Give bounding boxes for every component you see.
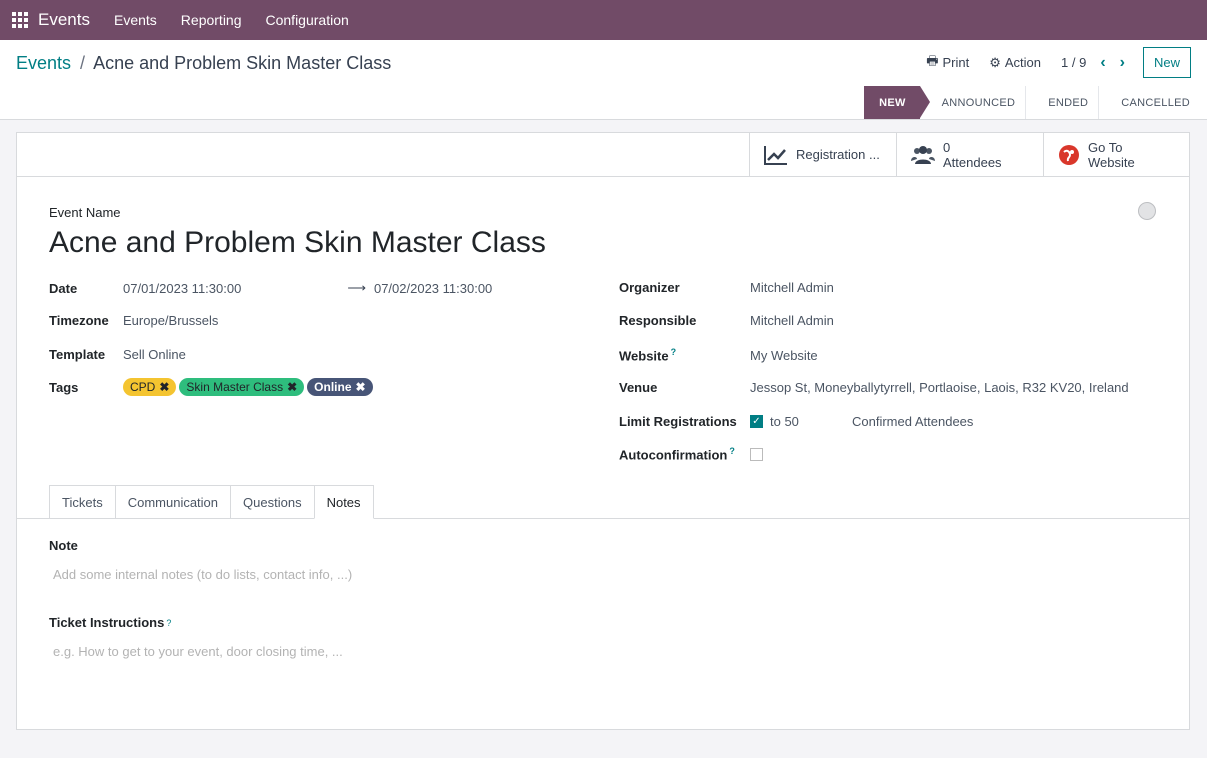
app-brand[interactable]: Events [38,10,90,30]
responsible-field[interactable]: Mitchell Admin [750,313,834,328]
status-ended[interactable]: ENDED [1025,86,1098,119]
ticket-instructions-field[interactable]: e.g. How to get to your event, door clos… [53,644,343,659]
menu-events[interactable]: Events [114,12,157,28]
button-box: Registration ... 0 Attendees Go To Website [17,133,1189,177]
tab-communication[interactable]: Communication [114,485,231,519]
kanban-state-indicator[interactable] [1138,202,1156,220]
template-field[interactable]: Sell Online [123,347,186,362]
venue-field[interactable]: Jessop St, Moneyballytyrrell, Portlaoise… [750,380,1129,395]
date-label: Date [49,280,78,296]
template-label: Template [49,347,106,362]
organizer-label: Organizer [619,280,680,295]
status-cancelled[interactable]: CANCELLED [1098,86,1207,119]
website-field[interactable]: My Website [750,348,818,363]
remove-tag-icon[interactable]: ✖ [159,380,169,394]
limit-registrations-checkbox[interactable]: ✓ [750,415,763,428]
tag-online: Online ✖ [307,378,373,396]
tag-skin-master-class: Skin Master Class ✖ [179,378,305,396]
top-navbar: Events Events Reporting Configuration [0,0,1207,40]
remove-tag-icon[interactable]: ✖ [356,380,366,394]
menu-configuration[interactable]: Configuration [266,12,349,28]
line-chart-icon [764,145,787,165]
seats-limit-field[interactable]: to 50 [770,414,852,429]
gear-icon: ⚙ [989,54,1001,70]
help-icon[interactable]: ? [671,347,677,357]
confirmed-attendees-text: Confirmed Attendees [852,414,974,429]
website-label: Website? [619,347,677,364]
printer-icon: 🖶 [926,52,939,68]
tags-label: Tags [49,379,79,395]
responsible-label: Responsible [619,313,697,328]
event-name-label: Event Name [49,205,121,220]
menu-reporting[interactable]: Reporting [181,12,242,28]
ticket-instructions-label: Ticket Instructions [49,615,165,630]
control-panel: Events / Acne and Problem Skin Master Cl… [0,40,1207,120]
pager-value[interactable]: 1 / 9 [1061,55,1086,70]
help-icon[interactable]: ? [729,446,735,456]
tab-questions[interactable]: Questions [230,485,314,519]
status-announced[interactable]: ANNOUNCED [920,86,1026,119]
notebook-tabs: Tickets Communication Questions Notes [49,485,374,519]
timezone-field[interactable]: Europe/Brussels [123,313,218,328]
users-icon [911,145,935,164]
arrow-right-icon: ⟶ [347,280,366,295]
venue-label: Venue [619,380,658,395]
breadcrumb: Events / Acne and Problem Skin Master Cl… [16,53,391,74]
attendees-button[interactable]: 0 Attendees [896,133,1043,176]
autoconfirmation-label: Autoconfirmation? [619,446,735,463]
pager-previous-icon[interactable]: ‹ [1100,54,1105,72]
remove-tag-icon[interactable]: ✖ [287,380,297,394]
tab-notes[interactable]: Notes [313,485,374,519]
date-end-field[interactable]: 07/02/2023 11:30:00 [374,281,492,296]
print-button[interactable]: 🖶 Print [926,52,969,74]
tab-tickets[interactable]: Tickets [49,485,115,519]
organizer-field[interactable]: Mitchell Admin [750,280,834,295]
new-button[interactable]: New [1142,47,1191,78]
status-bar: NEW ANNOUNCED ENDED CANCELLED [864,86,1207,119]
tag-cpd: CPD ✖ [123,378,177,396]
go-to-website-button[interactable]: Go To Website [1043,133,1189,176]
form-sheet: Registration ... 0 Attendees Go To Website… [16,132,1190,730]
note-field[interactable]: Add some internal notes (to do lists, co… [53,567,352,582]
limit-registrations-label: Limit Registrations [619,414,737,429]
status-new[interactable]: NEW [864,86,930,119]
breadcrumb-events[interactable]: Events [16,53,71,73]
breadcrumb-separator: / [80,53,86,73]
action-button[interactable]: ⚙ Action [989,55,1041,71]
registration-button[interactable]: Registration ... [749,133,896,176]
breadcrumb-current: Acne and Problem Skin Master Class [93,53,392,73]
event-name-field[interactable]: Acne and Problem Skin Master Class [49,226,546,260]
timezone-label: Timezone [49,313,109,328]
pager-next-icon[interactable]: › [1120,54,1125,72]
apps-menu-icon[interactable] [12,12,28,28]
autoconfirmation-checkbox[interactable] [750,447,763,461]
help-icon[interactable]: ? [166,618,171,628]
globe-icon [1059,144,1079,165]
date-start-field[interactable]: 07/01/2023 11:30:00 [123,281,241,296]
note-label: Note [49,538,78,553]
